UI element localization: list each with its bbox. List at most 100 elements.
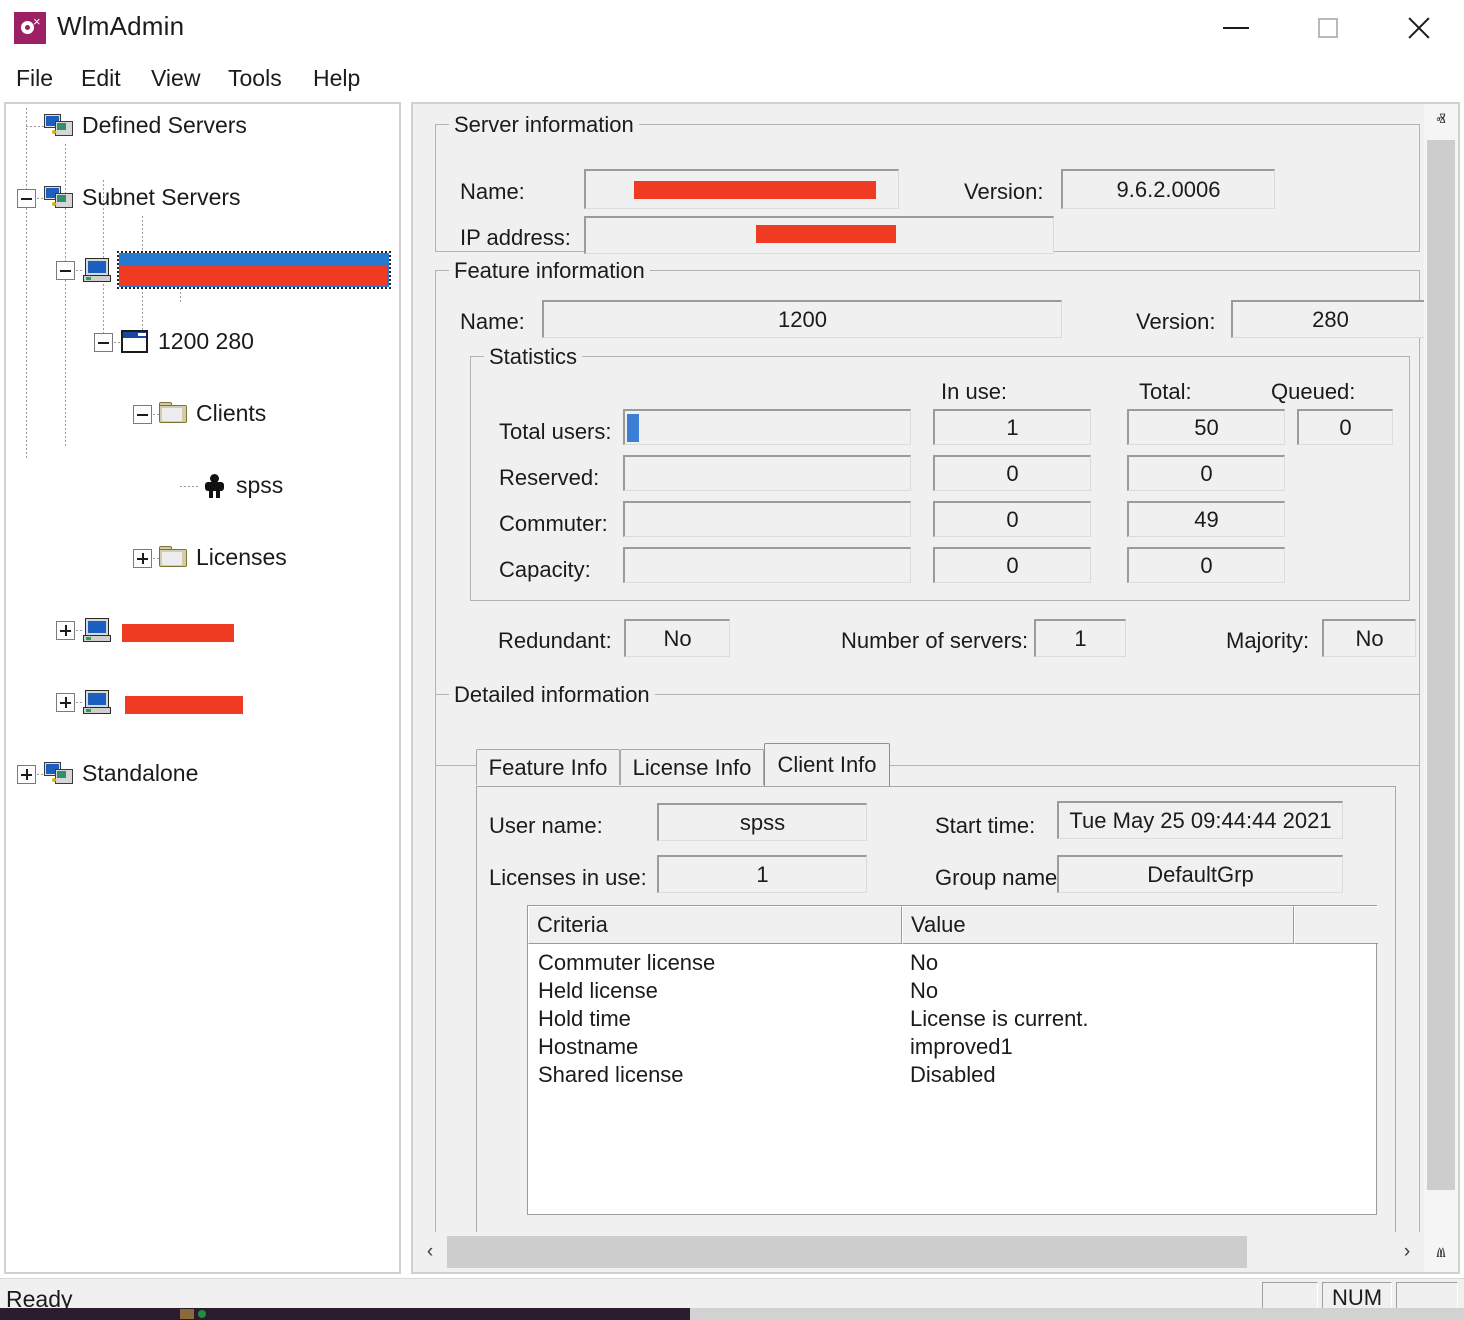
tree-expander-expand[interactable] [133, 549, 152, 568]
menu-item-tools[interactable]: Tools [222, 62, 288, 95]
servers-icon-monitor2 [55, 769, 73, 784]
close-button[interactable] [1374, 0, 1464, 56]
tree-item-standalone[interactable]: Standalone [6, 756, 399, 792]
stat-row-label-reserved: Reserved: [499, 465, 600, 490]
total-users-in-use-field: 1 [933, 409, 1091, 445]
pc-icon-led [86, 637, 91, 640]
tree-expander-collapse[interactable] [94, 333, 113, 352]
person-icon-leg-left [209, 490, 213, 498]
folder-icon-sheet [162, 408, 182, 421]
redaction-bar [756, 225, 896, 243]
tree-expander-collapse[interactable] [133, 405, 152, 424]
tree-item-feature-1200-280[interactable]: 1200 280 [6, 324, 399, 360]
cell-criteria: Held license [538, 978, 658, 1003]
feature-name-field[interactable]: 1200 [542, 300, 1062, 338]
menu-item-edit[interactable]: Edit [75, 62, 127, 95]
stat-row-label-total-users: Total users: [499, 419, 612, 444]
user-name-field: spss [657, 803, 867, 841]
maximize-button[interactable] [1282, 0, 1374, 56]
taskbar-app-icon[interactable] [180, 1309, 194, 1319]
menu-item-help[interactable]: Help [307, 62, 366, 95]
table-row[interactable]: Commuter license No [528, 950, 1376, 978]
statistics-col-in-use: In use: [941, 379, 1008, 404]
tree-expander-collapse[interactable] [56, 261, 75, 280]
tab-license-info[interactable]: License Info [620, 749, 764, 785]
column-header-extra[interactable] [1294, 906, 1378, 944]
cell-criteria: Hostname [538, 1034, 639, 1059]
table-row[interactable]: Hold time License is current. [528, 1006, 1376, 1034]
servers-icon [44, 114, 74, 138]
taskbar-status-icon[interactable] [198, 1310, 206, 1318]
user-name-label: User name: [489, 813, 603, 838]
scroll-down-icon[interactable]: ⱞ [1424, 1238, 1458, 1272]
table-row[interactable]: Hostname improved1 [528, 1034, 1376, 1062]
tree-item-label: Subnet Servers [82, 184, 241, 210]
table-row[interactable]: Shared license Disabled [528, 1062, 1376, 1090]
criteria-value-list[interactable]: Criteria Value Commuter license No Held … [527, 905, 1378, 1215]
licenses-in-use-field: 1 [657, 855, 867, 893]
tree-expander-expand[interactable] [56, 621, 75, 640]
maximize-icon [1318, 18, 1338, 38]
menu-item-file[interactable]: File [10, 62, 59, 95]
tree-item-selected-server[interactable] [6, 251, 399, 289]
scroll-left-icon[interactable]: ‹ [413, 1232, 447, 1272]
majority-field: No [1322, 619, 1416, 657]
feature-version-field[interactable]: 280 [1231, 300, 1429, 338]
server-pc-icon [83, 258, 113, 282]
tree-expander-expand[interactable] [56, 693, 75, 712]
tree-item-server-a[interactable] [6, 612, 399, 648]
tree-item-clients[interactable]: Clients [6, 396, 399, 432]
vertical-scroll-thumb[interactable] [1427, 140, 1455, 1190]
capacity-in-use-field: 0 [933, 547, 1091, 583]
client-info-panel: User name: spss Start time: Tue May 25 0… [476, 786, 1396, 1238]
table-row[interactable]: Held license No [528, 978, 1376, 1006]
group-name-label: Group name: [935, 865, 1064, 890]
servers-icon-dot [52, 130, 56, 134]
servers-icon [44, 186, 74, 210]
total-users-bar-fill [627, 414, 639, 442]
server-pc-icon [83, 618, 113, 642]
column-header-criteria[interactable]: Criteria [528, 906, 902, 944]
start-time-label: Start time: [935, 813, 1036, 838]
server-name-label: Name: [460, 179, 525, 204]
servers-icon-dot [52, 778, 56, 782]
redaction-bar [634, 181, 876, 199]
column-header-value[interactable]: Value [902, 906, 1294, 944]
redundant-label: Redundant: [498, 628, 612, 653]
server-version-field[interactable]: 9.6.2.0006 [1061, 169, 1275, 209]
minimize-button[interactable] [1190, 0, 1282, 56]
folder-icon-sheet [162, 552, 182, 565]
menu-item-view[interactable]: View [145, 62, 206, 95]
tree-item-defined-servers[interactable]: Defined Servers [6, 108, 399, 144]
tree-item-spss[interactable]: spss [6, 468, 399, 504]
servers-icon-monitor2 [55, 193, 73, 208]
tree-expander-collapse[interactable] [17, 189, 36, 208]
statistics-col-total: Total: [1139, 379, 1192, 404]
cell-value: Disabled [910, 1062, 996, 1087]
total-users-bar [623, 409, 911, 445]
vertical-scrollbar[interactable]: ⱏ ⱞ [1424, 104, 1458, 1272]
app-icon-x: × [33, 14, 41, 29]
scroll-right-icon[interactable]: › [1390, 1232, 1424, 1272]
cell-value: License is current. [910, 1006, 1089, 1031]
stat-row-label-capacity: Capacity: [499, 557, 591, 582]
statistics-legend: Statistics [484, 344, 583, 370]
tab-feature-info[interactable]: Feature Info [476, 749, 620, 785]
tree-item-subnet-servers[interactable]: Subnet Servers [6, 180, 399, 216]
tree-expander-expand[interactable] [17, 765, 36, 784]
horizontal-scroll-thumb[interactable] [447, 1236, 1247, 1268]
tree-item-licenses[interactable]: Licenses [6, 540, 399, 576]
tree-item-server-b[interactable] [6, 684, 399, 720]
servers-icon-monitor2 [55, 121, 73, 136]
tree-item-label: Standalone [82, 760, 199, 786]
tab-client-info[interactable]: Client Info [764, 743, 890, 786]
tree-item-label: Licenses [196, 544, 287, 570]
server-tree-pane[interactable]: Defined Servers Subnet Servers 1200 280 … [4, 102, 401, 1274]
horizontal-scrollbar[interactable]: ‹ › [413, 1232, 1424, 1272]
capacity-total-field: 0 [1127, 547, 1285, 583]
statistics-group: Statistics In use: Total: Queued: Total … [470, 344, 1410, 601]
scroll-up-icon[interactable]: ⱏ [1424, 104, 1458, 138]
cell-value: improved1 [910, 1034, 1013, 1059]
stat-row-label-commuter: Commuter: [499, 511, 608, 536]
server-information-legend: Server information [449, 112, 639, 138]
